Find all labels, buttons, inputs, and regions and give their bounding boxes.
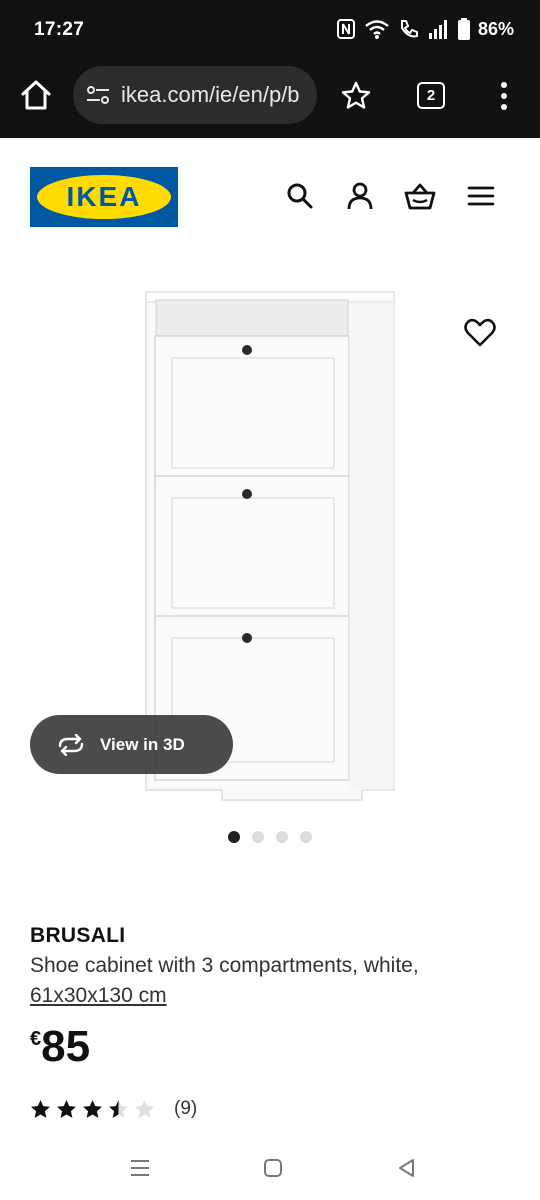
price-currency: € [30, 1028, 42, 1050]
rating-star-icon [135, 1100, 154, 1118]
rating-star-icon [57, 1100, 76, 1118]
gallery-pagination [228, 831, 312, 843]
status-time: 17:27 [34, 19, 85, 40]
bookmark-star-icon[interactable] [340, 80, 372, 112]
search-icon[interactable] [285, 181, 315, 211]
wifi-icon [365, 20, 389, 39]
product-size-link[interactable]: 61x30x130 cm [30, 984, 167, 1008]
ikea-logo[interactable]: IKEA [30, 167, 178, 227]
android-nav-bar [0, 1140, 540, 1200]
site-settings-icon[interactable] [85, 82, 111, 108]
product-price: € 85 [30, 1022, 90, 1072]
wifi-calling-icon [400, 20, 418, 38]
rating-star-icon [109, 1100, 128, 1118]
address-bar[interactable]: ikea.com/ie/en/p/b [73, 66, 317, 124]
rating-star-icon [83, 1100, 102, 1118]
rotate-3d-icon [58, 733, 84, 756]
hamburger-menu-icon[interactable] [466, 181, 496, 211]
rating-stars [30, 1099, 155, 1119]
battery-icon [457, 18, 470, 40]
signal-icon [428, 20, 447, 39]
tabs-icon[interactable]: 2 [417, 82, 445, 109]
logo-oval: IKEA [37, 175, 171, 219]
gallery-dot[interactable] [276, 831, 288, 843]
review-count[interactable]: (9) [174, 1098, 197, 1120]
account-icon[interactable] [345, 181, 375, 211]
product-rating[interactable]: (9) [30, 1098, 197, 1120]
rating-star-icon [31, 1100, 50, 1118]
gallery-dot[interactable] [300, 831, 312, 843]
nfc-icon [336, 19, 355, 39]
view-in-3d-label: View in 3D [100, 734, 185, 754]
url-text[interactable]: ikea.com/ie/en/p/b [121, 82, 300, 108]
status-icons: 86% [336, 18, 514, 40]
favorite-heart-icon[interactable] [464, 318, 496, 348]
status-bar: 17:27 86% [0, 0, 540, 60]
gallery-dot[interactable] [228, 831, 240, 843]
browser-toolbar: ikea.com/ie/en/p/b 2 [0, 60, 540, 138]
home-icon[interactable] [263, 1157, 283, 1179]
recents-icon[interactable] [129, 1157, 151, 1179]
gallery-dot[interactable] [252, 831, 264, 843]
logo-text: IKEA [66, 181, 142, 212]
view-in-3d-button[interactable]: View in 3D [30, 715, 233, 774]
more-vert-icon[interactable] [494, 80, 514, 112]
price-amount: 85 [41, 1022, 91, 1071]
basket-icon[interactable] [404, 181, 436, 211]
battery-percent: 86% [477, 18, 514, 39]
back-icon[interactable] [396, 1157, 416, 1179]
tab-count: 2 [426, 87, 436, 104]
product-description: Shoe cabinet with 3 compartments, white, [30, 954, 419, 977]
product-name: BRUSALI [30, 924, 126, 947]
home-icon[interactable] [18, 77, 54, 113]
